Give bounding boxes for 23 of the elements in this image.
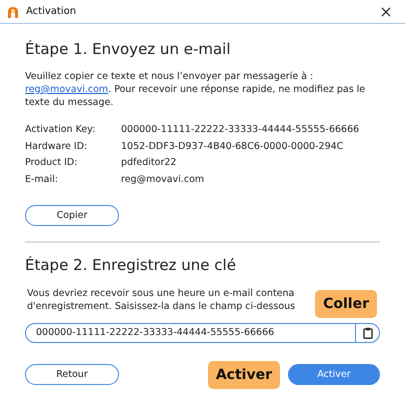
section-heading: Étape 2. Enregistrez une clé [25,254,237,274]
activate-button[interactable]: Activer [288,364,380,385]
instruction-text: d'enregistrement. Saisissez-la dans le champ ci-dessous [27,300,296,312]
instruction-text: Vous devriez recevoir sous une heure un e-mail contena [27,286,294,300]
clipboard-icon [362,326,372,338]
close-button[interactable]: × [371,0,401,22]
section-heading: Étape 1. Envoyez un e-mail [25,39,232,59]
copy-button[interactable]: Copier [25,204,119,226]
field-label: E-mail: [25,172,59,186]
callout-label: Activer [208,360,280,388]
email-link[interactable]: reg@movavi.com [25,84,108,95]
instruction-text: Veuillez copier ce texte et nous l’envoyer par messagerie à : reg@movavi.com. Pour recevoir une réponse rapide, ne modifiez pas le texte du message. [25,70,366,109]
field-value: 000000-11111-22222-33333-44444-55555-66666 [121,123,360,136]
back-button[interactable]: Retour [25,364,119,385]
field-value: reg@movavi.com [121,172,206,186]
field-label: Product ID: [25,156,78,169]
window-title: Activation [26,6,78,17]
field-label: Hardware ID: [25,140,88,152]
callout-label: Coller [315,290,377,318]
app-logo-icon [6,4,20,18]
field-label: Activation Key: [25,123,96,136]
field-value: pdfeditor22 [121,156,178,169]
field-value: 1052-DDF3-D937-4B40-68C6-0000-0000-294C [121,140,344,152]
